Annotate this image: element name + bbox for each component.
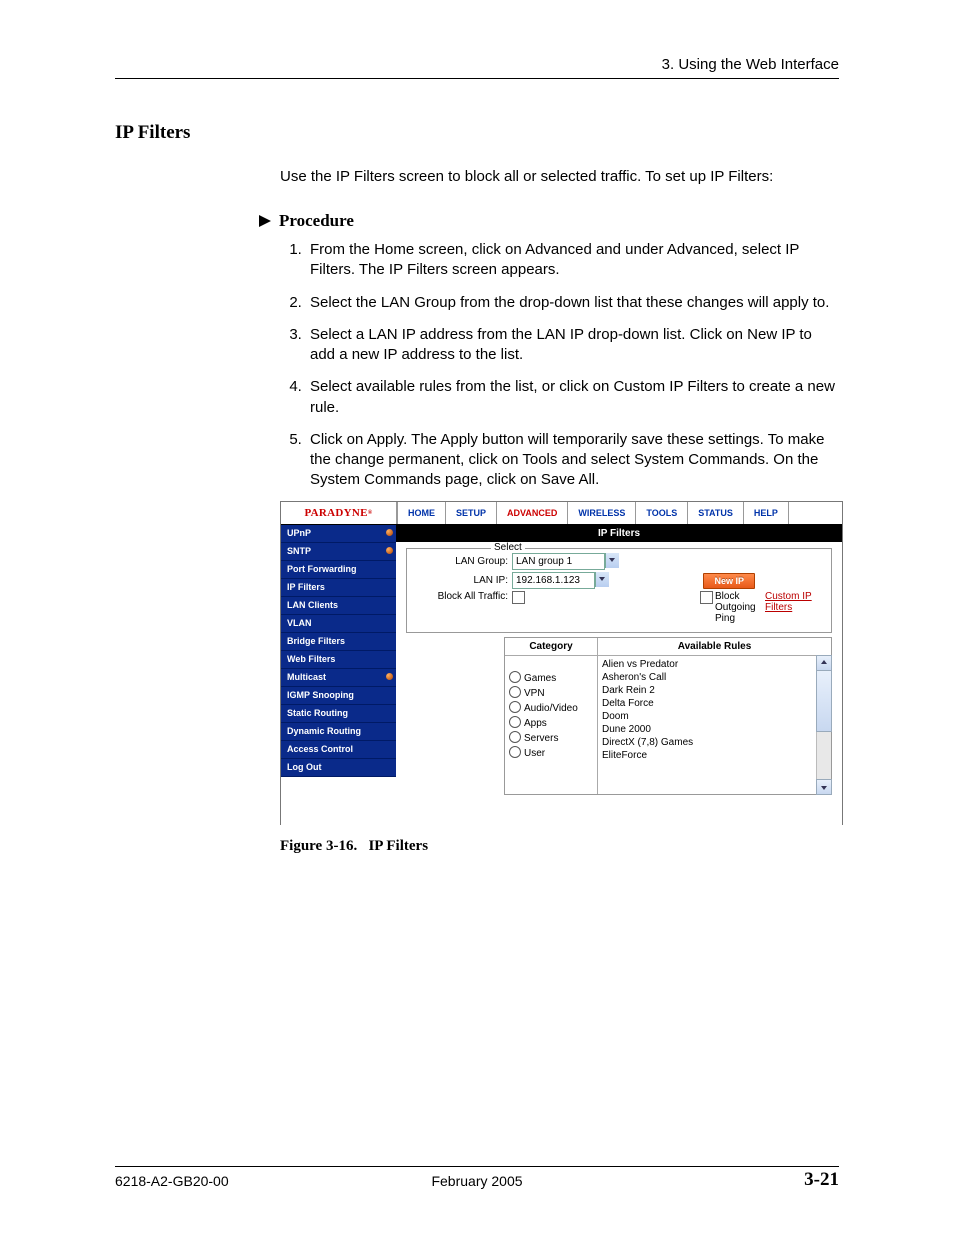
step: Click on Apply. The Apply button will te… [306, 430, 839, 491]
figure-caption: Figure 3-16. IP Filters [280, 838, 428, 855]
section-title: IP Filters [115, 122, 190, 144]
sidebar-item-vlan[interactable]: VLAN [281, 615, 396, 633]
rule-item[interactable]: Dune 2000 [602, 723, 827, 736]
triangle-right-icon [259, 215, 271, 227]
lan-ip-label: LAN IP: [413, 575, 512, 586]
available-rules-list[interactable]: Alien vs Predator Asheron's Call Dark Re… [598, 656, 831, 764]
intro-text: Use the IP Filters screen to block all o… [280, 167, 839, 187]
sidebar-item-log-out[interactable]: Log Out [281, 759, 396, 777]
sidebar-item-access-control[interactable]: Access Control [281, 741, 396, 759]
category-user[interactable]: User [509, 745, 593, 760]
radio-icon [509, 731, 521, 743]
block-ping-checkbox[interactable] [700, 591, 713, 604]
block-ping-label: Block Outgoing Ping [715, 591, 765, 624]
status-dot-icon [386, 529, 393, 536]
select-fieldset: Select LAN Group: LAN group 1 LAN IP: 19… [406, 548, 832, 633]
fieldset-legend: Select [491, 542, 525, 553]
app-header: PARADYNE® HOME SETUP ADVANCED WIRELESS T… [281, 502, 842, 524]
main-panel: IP Filters Select LAN Group: LAN group 1… [396, 525, 842, 825]
category-list: Games VPN Audio/Video Apps Servers User [505, 656, 597, 764]
step: From the Home screen, click on Advanced … [306, 240, 839, 281]
footer-rule [115, 1166, 839, 1167]
sidebar-item-dynamic-routing[interactable]: Dynamic Routing [281, 723, 396, 741]
rule-item[interactable]: Alien vs Predator [602, 658, 827, 671]
sidebar-item-multicast[interactable]: Multicast [281, 669, 396, 687]
rules-column: Available Rules Alien vs Predator Ashero… [598, 638, 831, 794]
sidebar-item-bridge-filters[interactable]: Bridge Filters [281, 633, 396, 651]
step: Select a LAN IP address from the LAN IP … [306, 325, 839, 366]
sidebar-item-web-filters[interactable]: Web Filters [281, 651, 396, 669]
radio-icon [509, 716, 521, 728]
radio-icon [509, 746, 521, 758]
sidebar-item-ip-filters[interactable]: IP Filters [281, 579, 396, 597]
sidebar-item-lan-clients[interactable]: LAN Clients [281, 597, 396, 615]
footer-page-number: 3-21 [804, 1169, 839, 1191]
ip-filters-screenshot: PARADYNE® HOME SETUP ADVANCED WIRELESS T… [280, 501, 843, 825]
rule-item[interactable]: Asheron's Call [602, 671, 827, 684]
procedure-heading: Procedure [259, 211, 354, 231]
category-games[interactable]: Games [509, 670, 593, 685]
lan-group-label: LAN Group: [413, 556, 512, 567]
lan-ip-select[interactable]: 192.168.1.123 [512, 572, 595, 589]
brand-logo: PARADYNE® [281, 502, 397, 524]
scroll-down-icon[interactable] [816, 779, 832, 795]
rule-item[interactable]: EliteForce [602, 749, 827, 762]
category-apps[interactable]: Apps [509, 715, 593, 730]
procedure-steps: From the Home screen, click on Advanced … [282, 240, 839, 503]
status-dot-icon [386, 673, 393, 680]
main-tabs: HOME SETUP ADVANCED WIRELESS TOOLS STATU… [397, 502, 842, 524]
sidebar-item-port-forwarding[interactable]: Port Forwarding [281, 561, 396, 579]
rule-item[interactable]: DirectX (7,8) Games [602, 736, 827, 749]
tab-spacer [788, 502, 842, 524]
status-dot-icon [386, 547, 393, 554]
custom-ip-filters-link[interactable]: Custom IP Filters [765, 591, 815, 613]
lan-group-select[interactable]: LAN group 1 [512, 553, 605, 570]
sidebar-item-sntp[interactable]: SNTP [281, 543, 396, 561]
tab-tools[interactable]: TOOLS [635, 502, 687, 524]
panel-title: IP Filters [396, 525, 842, 542]
category-audio-video[interactable]: Audio/Video [509, 700, 593, 715]
rules-box: Category Games VPN Audio/Video Apps Serv… [504, 637, 832, 795]
radio-icon [509, 671, 521, 683]
sidebar-item-static-routing[interactable]: Static Routing [281, 705, 396, 723]
tab-status[interactable]: STATUS [687, 502, 743, 524]
procedure-label: Procedure [279, 211, 354, 230]
rule-item[interactable]: Delta Force [602, 697, 827, 710]
category-header: Category [505, 638, 597, 656]
header-rule [115, 78, 839, 79]
scroll-thumb[interactable] [816, 670, 832, 732]
running-head: 3. Using the Web Interface [662, 56, 839, 73]
sidebar-item-igmp-snooping[interactable]: IGMP Snooping [281, 687, 396, 705]
chevron-down-icon[interactable] [595, 572, 609, 587]
step: Select available rules from the list, or… [306, 377, 839, 418]
block-all-label: Block All Traffic: [413, 591, 512, 602]
category-vpn[interactable]: VPN [509, 685, 593, 700]
tab-help[interactable]: HELP [743, 502, 788, 524]
block-all-checkbox[interactable] [512, 591, 525, 604]
scroll-up-icon[interactable] [816, 655, 832, 671]
radio-icon [509, 701, 521, 713]
rules-header: Available Rules [598, 638, 831, 656]
tab-advanced[interactable]: ADVANCED [496, 502, 567, 524]
tab-wireless[interactable]: WIRELESS [567, 502, 635, 524]
new-ip-button[interactable]: New IP [703, 573, 755, 589]
rule-item[interactable]: Dark Rein 2 [602, 684, 827, 697]
sidebar-item-upnp[interactable]: UPnP [281, 525, 396, 543]
sidebar: UPnP SNTP Port Forwarding IP Filters LAN… [281, 525, 396, 825]
radio-icon [509, 686, 521, 698]
scrollbar[interactable] [816, 656, 831, 794]
step: Select the LAN Group from the drop-down … [306, 293, 839, 313]
category-servers[interactable]: Servers [509, 730, 593, 745]
category-column: Category Games VPN Audio/Video Apps Serv… [505, 638, 598, 794]
tab-home[interactable]: HOME [397, 502, 445, 524]
chevron-down-icon[interactable] [605, 553, 619, 568]
rule-item[interactable]: Doom [602, 710, 827, 723]
tab-setup[interactable]: SETUP [445, 502, 496, 524]
